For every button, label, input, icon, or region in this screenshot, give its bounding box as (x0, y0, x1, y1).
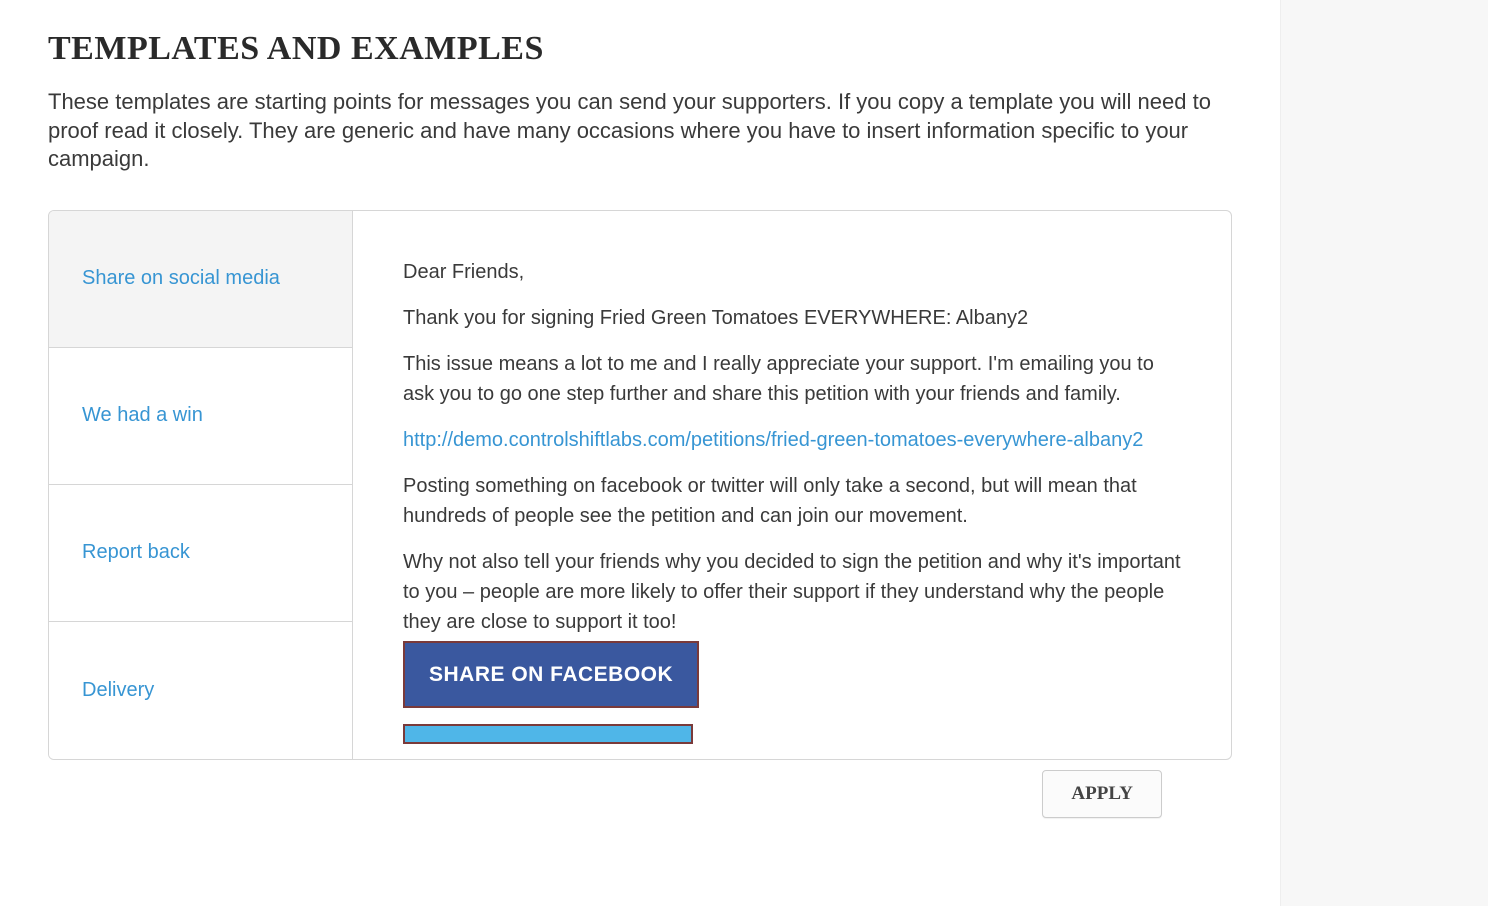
template-p1: Dear Friends, (403, 257, 1181, 287)
petition-link[interactable]: http://demo.controlshiftlabs.com/petitio… (403, 429, 1143, 451)
template-content: Dear Friends, Thank you for signing Frie… (353, 211, 1231, 759)
tab-report-back[interactable]: Report back (49, 485, 352, 622)
tabs-column: Share on social media We had a win Repor… (49, 211, 353, 759)
tab-label: Delivery (82, 679, 154, 702)
intro-text: These templates are starting points for … (48, 88, 1232, 174)
template-p4: Posting something on facebook or twitter… (403, 471, 1181, 531)
template-p2: Thank you for signing Fried Green Tomato… (403, 303, 1181, 333)
template-p5: Why not also tell your friends why you d… (403, 547, 1181, 637)
tab-share-social[interactable]: Share on social media (49, 211, 352, 348)
tab-label: Share on social media (82, 267, 280, 290)
share-facebook-button[interactable]: SHARE ON FACEBOOK (403, 641, 699, 709)
template-p3: This issue means a lot to me and I reall… (403, 349, 1181, 409)
tab-label: Report back (82, 541, 190, 564)
share-twitter-button[interactable] (403, 724, 693, 744)
tab-delivery[interactable]: Delivery (49, 622, 352, 759)
apply-row: APPLY (48, 760, 1232, 858)
right-gutter (1280, 0, 1488, 906)
tab-we-had-win[interactable]: We had a win (49, 348, 352, 485)
templates-card: Share on social media We had a win Repor… (48, 210, 1232, 760)
tab-label: We had a win (82, 404, 203, 427)
page-title: TEMPLATES AND EXAMPLES (48, 30, 1232, 68)
apply-button[interactable]: APPLY (1042, 770, 1162, 818)
